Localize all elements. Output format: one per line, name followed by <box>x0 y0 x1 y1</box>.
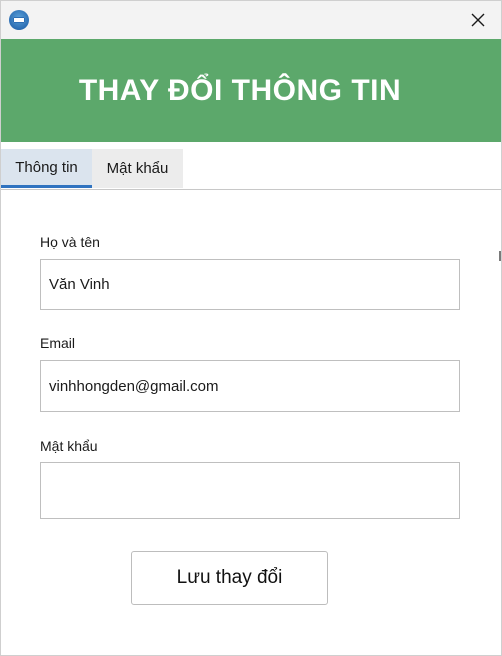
fullname-label: Họ và tên <box>40 234 100 250</box>
tab-password[interactable]: Mật khẩu <box>92 149 183 188</box>
header-banner: THAY ĐỔI THÔNG TIN <box>1 39 501 142</box>
save-changes-button[interactable]: Lưu thay đổi <box>131 551 328 605</box>
title-bar <box>1 1 501 39</box>
resize-grip[interactable] <box>499 251 501 261</box>
password-input[interactable] <box>40 462 460 519</box>
close-button[interactable] <box>455 1 501 39</box>
fullname-input[interactable] <box>40 259 460 310</box>
change-info-window: THAY ĐỔI THÔNG TIN Thông tin Mật khẩu Họ… <box>0 0 502 656</box>
page-title: THAY ĐỔI THÔNG TIN <box>78 73 402 107</box>
email-input[interactable] <box>40 360 460 412</box>
email-label: Email <box>40 335 76 351</box>
password-label: Mật khẩu <box>40 438 98 454</box>
tab-bar: Thông tin Mật khẩu <box>1 149 501 190</box>
close-icon <box>471 13 485 27</box>
tab-info[interactable]: Thông tin <box>1 149 92 188</box>
app-logo-icon <box>9 10 29 30</box>
